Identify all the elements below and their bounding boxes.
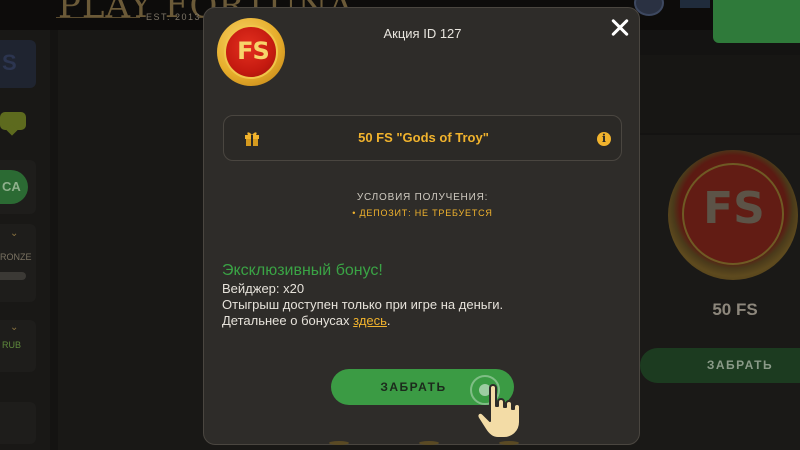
wager-text: Вейджер: x20 <box>222 281 305 296</box>
fs-coin-text: FS <box>703 183 765 234</box>
modal-title: Акция ID 127 <box>383 26 462 41</box>
promo-card-label: 50 FS <box>712 300 758 319</box>
info-icon[interactable]: i <box>597 132 611 146</box>
chevron-down-icon: ⌄ <box>10 228 19 239</box>
sidebar-card-glyph: S <box>2 50 17 75</box>
bonus-details-text: Детальнее о бонусах здесь. <box>222 313 391 328</box>
currency-label: RUB <box>2 340 22 350</box>
sidebar-card[interactable]: S <box>0 40 36 88</box>
bottom-decoration <box>329 441 519 445</box>
brand-established: EST. 2013 <box>146 12 202 22</box>
bonus-name: 50 FS "Gods of Troy" <box>358 130 489 145</box>
chevron-down-icon: ⌄ <box>10 322 19 333</box>
exclusive-bonus-heading: Эксклюзивный бонус! <box>222 262 383 279</box>
header-widget <box>680 0 710 8</box>
winnings-note: Отыгрыш доступен только при игре на день… <box>222 297 504 312</box>
promo-card-claim-button[interactable]: ЗАБРАТЬ <box>640 348 800 383</box>
bonus-info-box: 50 FS "Gods of Troy" i <box>223 115 622 161</box>
right-panel-header <box>640 55 800 133</box>
brand-divider <box>56 17 140 18</box>
bonus-details-suffix: . <box>386 313 391 328</box>
bonus-details-prefix: Детальнее о бонусах <box>222 313 354 328</box>
conditions-title: УСЛОВИЯ ПОЛУЧЕНИЯ: <box>356 192 489 203</box>
fs-coin-text: FS <box>237 37 270 65</box>
sidebar-card[interactable] <box>0 402 36 444</box>
header-action-button[interactable] <box>713 0 800 43</box>
pointing-hand-icon <box>476 384 521 439</box>
level-progress-bar <box>0 272 26 280</box>
bonus-details-link[interactable]: здесь <box>353 313 387 328</box>
close-icon[interactable] <box>608 16 632 40</box>
promo-modal: FS Акция ID 127 50 FS "Gods of Troy" i У… <box>203 7 640 445</box>
level-label: RONZE <box>0 252 32 262</box>
conditions-item: • ДЕПОЗИТ: НЕ ТРЕБУЕТСЯ <box>352 208 493 218</box>
